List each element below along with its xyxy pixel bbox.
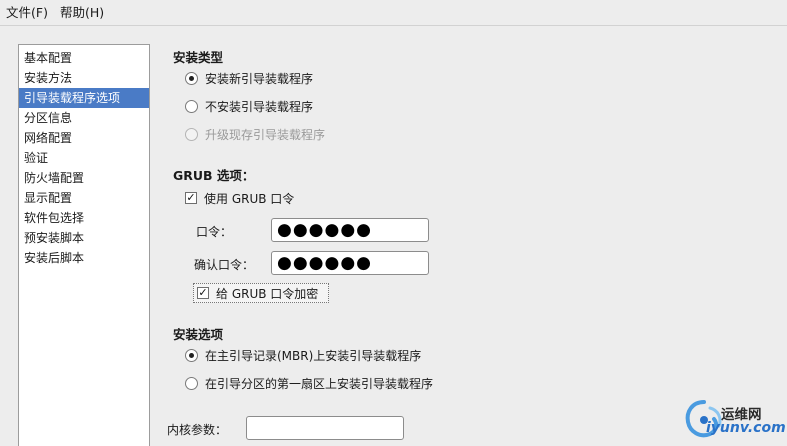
sidebar-item-bootloader-options[interactable]: 引导装载程序选项 [19,88,149,108]
radio-icon[interactable] [185,348,198,362]
sidebar-list: 基本配置 安装方法 引导装载程序选项 分区信息 网络配置 验证 防火墙配置 显示… [18,44,150,446]
checkmark-icon[interactable]: ✓ [185,192,197,204]
radio-label: 在主引导记录(MBR)上安装引导装载程序 [205,348,422,363]
install-options-title: 安装选项 [173,327,224,342]
kernel-params-input[interactable] [246,416,404,440]
radio-icon[interactable] [185,99,198,113]
sidebar-item-install-method[interactable]: 安装方法 [19,68,149,88]
sidebar-item-post-install-script[interactable]: 安装后脚本 [19,248,149,268]
checkmark-icon[interactable]: ✓ [197,287,209,299]
watermark-logo: 运维网 iyunv.com [684,398,787,446]
checkbox-label: 给 GRUB 口令加密 [216,286,319,301]
radio-icon[interactable] [185,376,198,390]
sidebar-item-firewall-config[interactable]: 防火墙配置 [19,168,149,188]
radio-install-on-mbr[interactable]: 在主引导记录(MBR)上安装引导装载程序 [185,345,421,365]
encrypt-grub-password-checkbox[interactable]: ✓ 给 GRUB 口令加密 [197,283,318,303]
password-mask: ●●●●●● [277,253,373,273]
password-field[interactable]: ●●●●●● [271,218,429,242]
radio-install-on-boot-partition[interactable]: 在引导分区的第一扇区上安装引导装载程序 [185,373,433,393]
kernel-params-label: 内核参数： [167,423,228,437]
watermark-domain: iyunv.com [706,420,786,436]
menu-help[interactable]: 帮助(H) [54,0,110,26]
grub-options-title: GRUB 选项： [173,168,255,183]
radio-label: 安装新引导装载程序 [205,71,314,86]
radio-label: 不安装引导装载程序 [205,99,314,114]
radio-icon[interactable] [185,71,198,85]
radio-no-bootloader[interactable]: 不安装引导装载程序 [185,96,313,116]
password-label: 口令： [196,225,233,239]
sidebar-item-basic-config[interactable]: 基本配置 [19,48,149,68]
radio-install-new-bootloader[interactable]: 安装新引导装载程序 [185,68,313,88]
password-mask: ●●●●●● [277,220,373,240]
menu-file[interactable]: 文件(F) [0,0,54,26]
install-type-title: 安装类型 [173,50,224,65]
menubar: 文件(F) 帮助(H) [0,0,787,26]
radio-label: 升级现存引导装载程序 [205,127,326,142]
confirm-password-label: 确认口令： [194,258,255,272]
radio-label: 在引导分区的第一扇区上安装引导装载程序 [205,376,434,391]
sidebar-item-partition-info[interactable]: 分区信息 [19,108,149,128]
sidebar-item-package-selection[interactable]: 软件包选择 [19,208,149,228]
sidebar-item-authentication[interactable]: 验证 [19,148,149,168]
sidebar-item-display-config[interactable]: 显示配置 [19,188,149,208]
radio-upgrade-bootloader: 升级现存引导装载程序 [185,124,325,144]
radio-icon [185,127,198,141]
sidebar-item-network-config[interactable]: 网络配置 [19,128,149,148]
sidebar-item-pre-install-script[interactable]: 预安装脚本 [19,228,149,248]
checkbox-label: 使用 GRUB 口令 [204,191,295,206]
confirm-password-field[interactable]: ●●●●●● [271,251,429,275]
use-grub-password-checkbox[interactable]: ✓ 使用 GRUB 口令 [185,188,294,208]
